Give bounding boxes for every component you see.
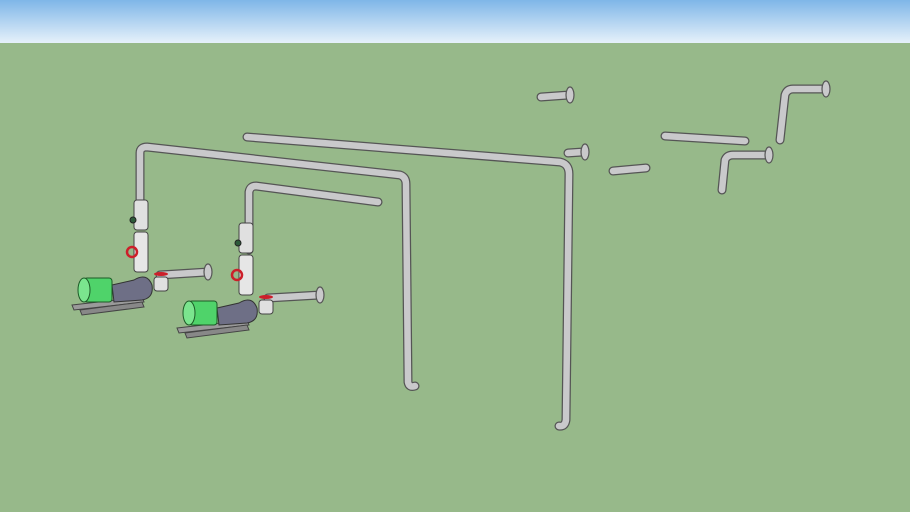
pipe-flange — [203, 263, 213, 281]
pipe-body — [537, 91, 573, 101]
check-valve — [238, 222, 254, 254]
pipe-flange — [821, 80, 831, 98]
pipe-segment — [660, 131, 750, 146]
motor-fan-cover — [77, 277, 91, 303]
ground-plane — [0, 43, 910, 512]
pipe-body — [609, 164, 650, 175]
pipe-segment — [608, 163, 651, 176]
valve-handle — [259, 295, 273, 299]
discharge-valve — [153, 276, 169, 292]
valve-handle — [154, 272, 168, 276]
pipe-flange — [764, 146, 774, 164]
pipe-body — [264, 291, 324, 302]
pipe-flange — [565, 86, 575, 104]
pressure-gauge — [129, 216, 137, 224]
sky — [0, 0, 910, 43]
check-valve — [133, 199, 149, 231]
motor-fan-cover — [182, 300, 196, 326]
3d-model-viewport[interactable] — [0, 0, 910, 512]
discharge-valve — [258, 299, 274, 315]
pipe-flange — [580, 143, 590, 161]
pressure-gauge — [234, 239, 242, 247]
pipe-segment — [536, 90, 574, 102]
pipe-segment — [263, 290, 325, 303]
pipe-flange — [315, 286, 325, 304]
